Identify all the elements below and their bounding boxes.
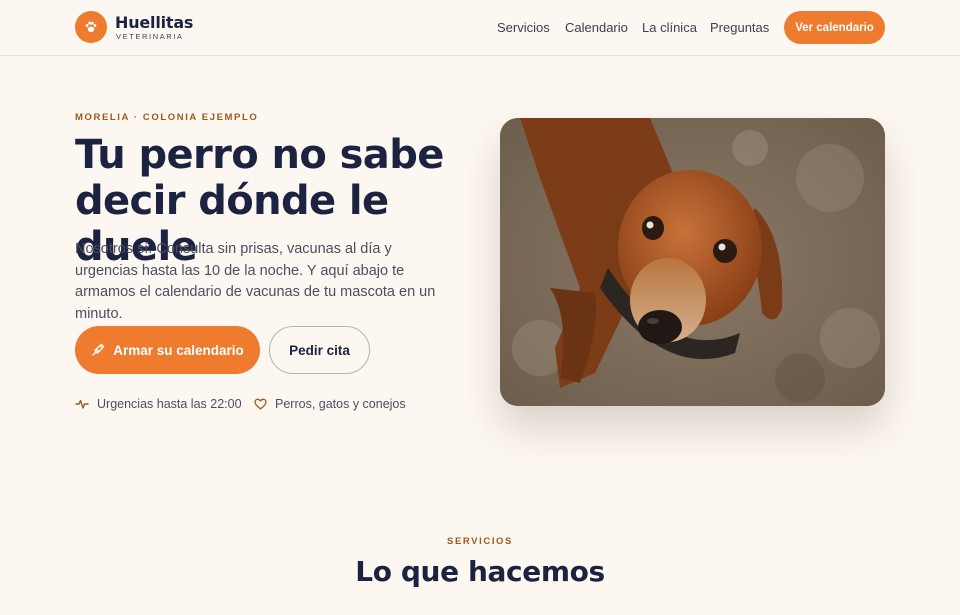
feature-urgencias: Urgencias hasta las 22:00	[75, 397, 242, 411]
logo-mark[interactable]	[75, 11, 107, 43]
site-header: Huellitas VETERINARIA Servicios Calendar…	[0, 0, 960, 56]
hero-description: Nosotros sí. Consulta sin prisas, vacuna…	[75, 241, 436, 322]
hero-eyebrow: MORELIA · COLONIA EJEMPLO	[75, 112, 259, 123]
paw-icon	[85, 21, 97, 32]
dog-right-eye	[713, 239, 737, 263]
nav-link-servicios[interactable]: Servicios	[497, 20, 550, 35]
dachshund-photo	[500, 118, 885, 406]
brand-subtitle: VETERINARIA	[116, 32, 184, 41]
pulse-icon	[75, 399, 89, 409]
feature-especies-text: Perros, gatos y conejos	[275, 397, 406, 411]
nav-link-preguntas[interactable]: Preguntas	[710, 20, 769, 35]
hero-title-line-1: Tu perro no sabe	[75, 132, 444, 178]
nav-link-la-clinica[interactable]: La clínica	[642, 20, 697, 35]
feature-especies: Perros, gatos y conejos	[254, 397, 406, 411]
pedir-cita-button[interactable]: Pedir cita	[269, 326, 370, 374]
ver-calendario-button[interactable]: Ver calendario	[784, 11, 885, 44]
feature-urgencias-text: Urgencias hasta las 22:00	[97, 397, 242, 411]
armar-calendario-button[interactable]: Armar su calendario	[75, 326, 260, 374]
syringe-icon	[92, 343, 105, 356]
services-eyebrow: SERVICIOS	[447, 536, 513, 547]
heart-icon	[254, 398, 267, 410]
armar-calendario-label: Armar su calendario	[113, 342, 244, 358]
brand-name[interactable]: Huellitas	[115, 13, 193, 32]
services-title: Lo que hacemos	[355, 555, 605, 588]
nav-link-calendario[interactable]: Calendario	[565, 20, 628, 35]
dog-left-eye	[642, 216, 664, 240]
dog-nose	[638, 310, 682, 344]
